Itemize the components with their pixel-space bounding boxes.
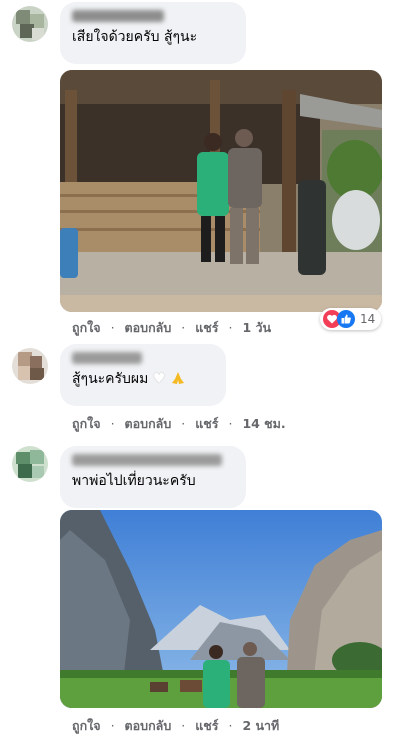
pray-icon: [170, 371, 186, 387]
separator: ·: [181, 416, 186, 431]
comment-bubble: พาพ่อไปเที่ยวนะครับ: [60, 446, 246, 508]
separator: ·: [181, 320, 186, 335]
separator: ·: [228, 320, 233, 335]
comment-actions: ถูกใจ · ตอบกลับ · แชร์ · 14 ชม.: [72, 414, 292, 434]
reaction-count: 14: [360, 312, 376, 326]
share-link[interactable]: แชร์: [195, 416, 218, 431]
reply-link[interactable]: ตอบกลับ: [125, 416, 172, 431]
comment-text: สู้ๆนะครับผม ♥: [72, 370, 214, 388]
blurred-commenter-name[interactable]: [72, 10, 164, 22]
comment-photo[interactable]: [60, 70, 382, 312]
comment-timestamp[interactable]: 1 วัน: [242, 320, 271, 335]
blurred-avatar-image: [12, 348, 48, 384]
comment-message: สู้ๆนะครับผม: [72, 371, 149, 387]
share-link[interactable]: แชร์: [195, 718, 218, 733]
comment-text: เสียใจด้วยครับ สู้ๆนะ: [72, 29, 198, 45]
comment-timestamp[interactable]: 14 ชม.: [242, 416, 285, 431]
like-link[interactable]: ถูกใจ: [72, 320, 101, 335]
like-link[interactable]: ถูกใจ: [72, 718, 101, 733]
separator: ·: [110, 416, 115, 431]
separator: ·: [110, 718, 115, 733]
mountain-photo: [60, 510, 382, 708]
like-icon: [337, 310, 355, 328]
like-link[interactable]: ถูกใจ: [72, 416, 101, 431]
blurred-commenter-name[interactable]: [72, 454, 222, 466]
share-link[interactable]: แชร์: [195, 320, 218, 335]
separator: ·: [181, 718, 186, 733]
comment-bubble: เสียใจด้วยครับ สู้ๆนะ: [60, 2, 246, 64]
reaction-summary[interactable]: 14: [320, 308, 382, 330]
comment-actions: ถูกใจ · ตอบกลับ · แชร์ · 1 วัน: [72, 318, 277, 338]
commenter-avatar[interactable]: [12, 446, 48, 482]
commenter-avatar[interactable]: [12, 6, 48, 42]
reply-link[interactable]: ตอบกลับ: [125, 718, 172, 733]
comment-photo[interactable]: [60, 510, 382, 708]
comment-actions: ถูกใจ · ตอบกลับ · แชร์ · 2 นาที: [72, 716, 285, 736]
blurred-avatar-image: [12, 6, 48, 42]
white-heart-icon: ♥: [152, 371, 166, 387]
separator: ·: [228, 718, 233, 733]
comment-text: พาพ่อไปเที่ยวนะครับ: [72, 473, 196, 489]
commenter-avatar[interactable]: [12, 348, 48, 384]
comment-timestamp[interactable]: 2 นาที: [242, 718, 279, 733]
separator: ·: [110, 320, 115, 335]
separator: ·: [228, 416, 233, 431]
reply-link[interactable]: ตอบกลับ: [125, 320, 172, 335]
house-photo: [60, 70, 382, 312]
comment-bubble: สู้ๆนะครับผม ♥: [60, 344, 226, 406]
blurred-commenter-name[interactable]: [72, 352, 142, 364]
blurred-avatar-image: [12, 446, 48, 482]
